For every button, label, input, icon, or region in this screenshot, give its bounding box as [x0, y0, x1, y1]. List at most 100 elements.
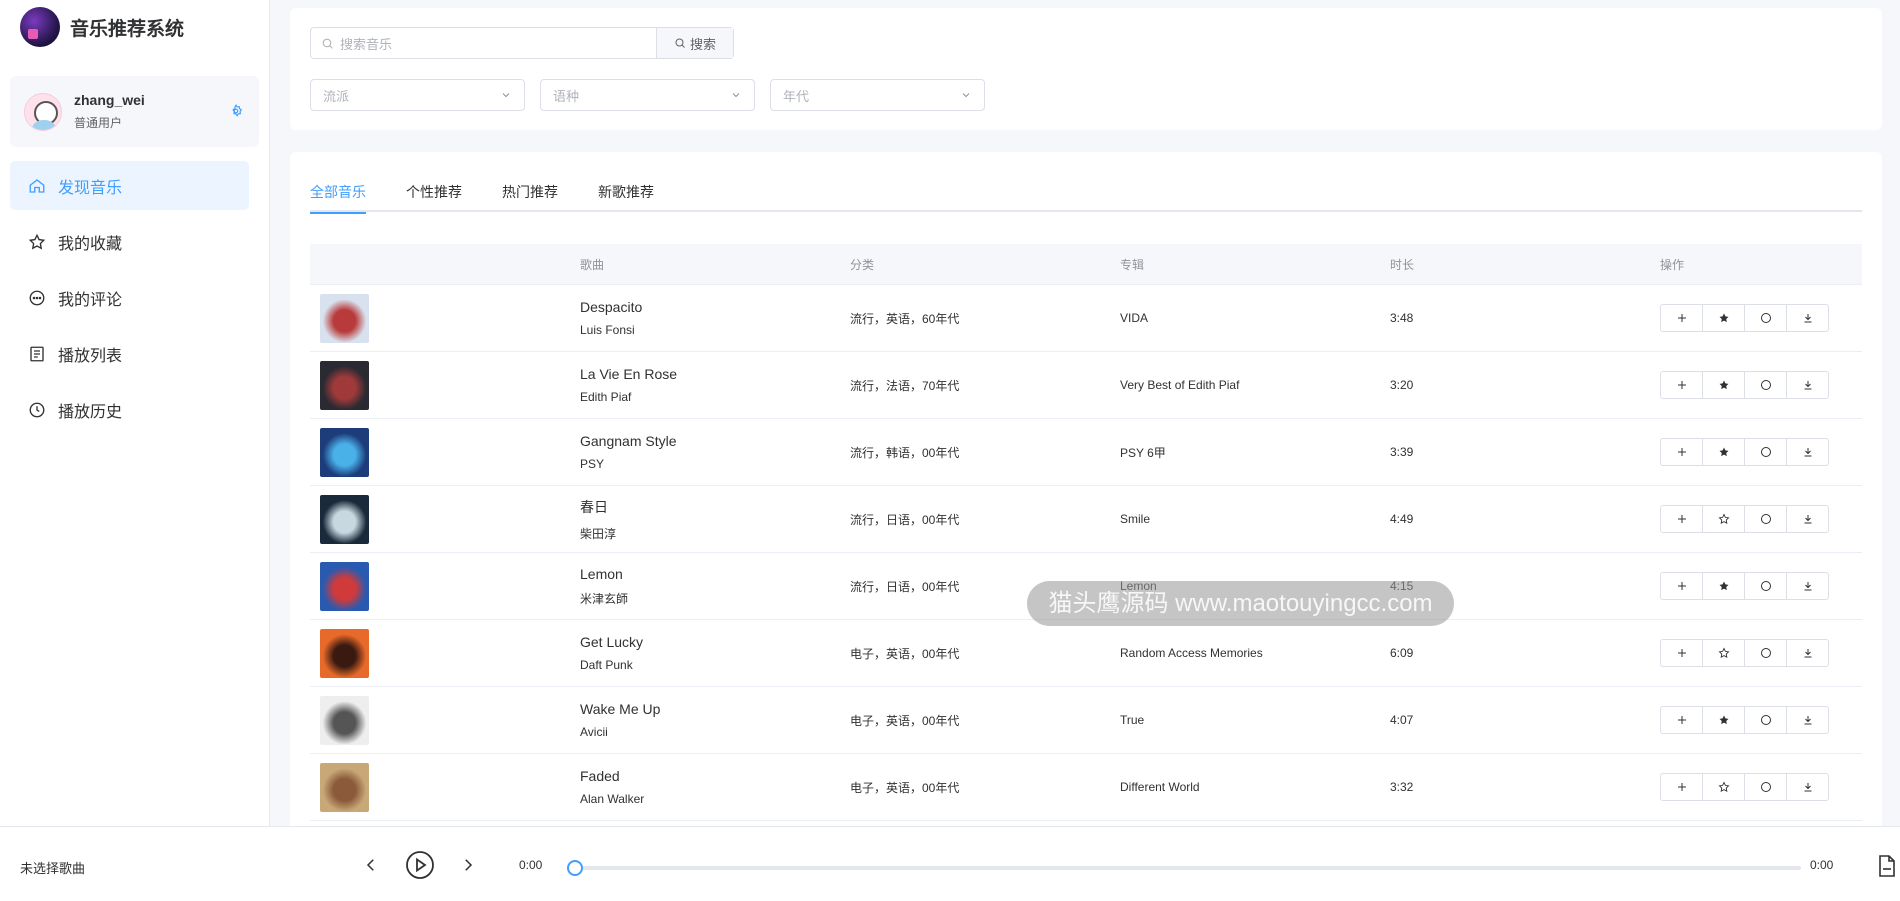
sidebar-item-discover[interactable]: 发现音乐: [10, 161, 249, 210]
tab-all-music[interactable]: 全部音乐: [310, 174, 366, 214]
album-cover[interactable]: [320, 494, 369, 544]
download-button[interactable]: [1786, 572, 1829, 600]
table-row[interactable]: 春日 柴田淳 流行，日语，00年代 Smile 4:49: [310, 486, 1862, 553]
comment-button[interactable]: [1744, 572, 1787, 600]
favorite-button[interactable]: [1702, 505, 1745, 533]
download-button[interactable]: [1786, 505, 1829, 533]
favorite-button[interactable]: [1702, 304, 1745, 332]
play-button[interactable]: [405, 850, 435, 880]
album-cover[interactable]: [320, 695, 369, 745]
favorite-button[interactable]: [1702, 773, 1745, 801]
song-album: Very Best of Edith Piaf: [1120, 378, 1240, 392]
song-title[interactable]: 春日: [580, 497, 850, 517]
add-to-playlist-button[interactable]: [1660, 438, 1703, 466]
add-to-playlist-button[interactable]: [1660, 639, 1703, 667]
gear-icon[interactable]: [229, 104, 243, 118]
favorite-button[interactable]: [1702, 706, 1745, 734]
tab-hot-recommend[interactable]: 热门推荐: [502, 174, 558, 212]
comment-button[interactable]: [1744, 639, 1787, 667]
download-button[interactable]: [1786, 438, 1829, 466]
music-table: 歌曲 分类 专辑 时长 操作 Despacito Luis Fonsi 流行，英…: [310, 244, 1862, 821]
song-artist: Alan Walker: [580, 792, 645, 806]
download-button[interactable]: [1786, 706, 1829, 734]
album-cover[interactable]: [320, 561, 369, 611]
favorite-button[interactable]: [1702, 639, 1745, 667]
cover-cell: [310, 695, 580, 745]
song-title[interactable]: Gangnam Style: [580, 433, 850, 449]
download-button[interactable]: [1786, 773, 1829, 801]
song-title[interactable]: Get Lucky: [580, 634, 850, 650]
table-row[interactable]: La Vie En Rose Edith Piaf 流行，法语，70年代 Ver…: [310, 352, 1862, 419]
language-select[interactable]: 语种: [540, 79, 755, 111]
search-icon: [675, 38, 685, 48]
sidebar-item-favorites[interactable]: 我的收藏: [10, 217, 249, 266]
song-duration: 3:32: [1390, 780, 1414, 794]
comment-button[interactable]: [1744, 505, 1787, 533]
table-row[interactable]: Faded Alan Walker 电子，英语，00年代 Different W…: [310, 754, 1862, 821]
add-to-playlist-button[interactable]: [1660, 505, 1703, 533]
sidebar-item-comments[interactable]: 我的评论: [10, 273, 249, 322]
comment-button[interactable]: [1744, 773, 1787, 801]
album-cover[interactable]: [320, 762, 369, 812]
table-row[interactable]: Get Lucky Daft Punk 电子，英语，00年代 Random Ac…: [310, 620, 1862, 687]
album-cover[interactable]: [320, 427, 369, 477]
tab-personal-recommend[interactable]: 个性推荐: [406, 174, 462, 212]
album-cover[interactable]: [320, 628, 369, 678]
progress-knob[interactable]: [567, 860, 583, 876]
total-time: 0:00: [1810, 858, 1834, 872]
comment-icon: [1760, 782, 1771, 792]
progress-bar[interactable]: [575, 866, 1801, 870]
header-album: 专辑: [1120, 257, 1145, 272]
search-button[interactable]: 搜索: [656, 28, 733, 58]
star-filled-icon: [1719, 447, 1728, 457]
chevron-right-icon: [465, 859, 473, 871]
sidebar-item-playlist[interactable]: 播放列表: [10, 329, 249, 378]
sidebar-item-history[interactable]: 播放历史: [10, 385, 249, 434]
table-header: 歌曲 分类 专辑 时长 操作: [310, 244, 1862, 285]
song-album: VIDA: [1120, 311, 1149, 325]
user-card[interactable]: zhang_wei 普通用户: [10, 76, 259, 147]
table-row[interactable]: Wake Me Up Avicii 电子，英语，00年代 True 4:07: [310, 687, 1862, 754]
song-title[interactable]: Lemon: [580, 566, 850, 582]
favorite-button[interactable]: [1702, 438, 1745, 466]
favorite-button[interactable]: [1702, 572, 1745, 600]
plus-icon: [1677, 716, 1686, 724]
add-to-playlist-button[interactable]: [1660, 371, 1703, 399]
comment-button[interactable]: [1744, 438, 1787, 466]
download-button[interactable]: [1786, 371, 1829, 399]
sidebar-item-label: 播放列表: [58, 347, 123, 365]
song-title[interactable]: Wake Me Up: [580, 701, 850, 717]
song-category: 流行，韩语，00年代: [850, 445, 960, 460]
add-to-playlist-button[interactable]: [1660, 706, 1703, 734]
comment-icon: [1760, 514, 1771, 524]
favorite-button[interactable]: [1702, 371, 1745, 399]
era-select[interactable]: 年代: [770, 79, 985, 111]
album-cover[interactable]: [320, 293, 369, 343]
action-group: [1660, 706, 1862, 734]
tab-new-songs[interactable]: 新歌推荐: [598, 174, 654, 212]
download-icon: [1804, 314, 1811, 323]
album-cover[interactable]: [320, 360, 369, 410]
song-title[interactable]: Faded: [580, 768, 850, 784]
song-duration: 3:39: [1390, 445, 1414, 459]
song-title[interactable]: La Vie En Rose: [580, 366, 850, 382]
comment-button[interactable]: [1744, 304, 1787, 332]
search-input[interactable]: 搜索音乐: [311, 28, 656, 58]
add-to-playlist-button[interactable]: [1660, 773, 1703, 801]
table-row[interactable]: Gangnam Style PSY 流行，韩语，00年代 PSY 6甲 3:39: [310, 419, 1862, 486]
song-category: 电子，英语，00年代: [850, 713, 960, 728]
playlist-file-icon[interactable]: [1877, 855, 1897, 877]
table-row[interactable]: Despacito Luis Fonsi 流行，英语，60年代 VIDA 3:4…: [310, 285, 1862, 352]
sidebar-item-label: 播放历史: [58, 403, 123, 421]
download-button[interactable]: [1786, 639, 1829, 667]
add-to-playlist-button[interactable]: [1660, 572, 1703, 600]
genre-select[interactable]: 流派: [310, 79, 525, 111]
next-button[interactable]: [454, 851, 482, 879]
download-button[interactable]: [1786, 304, 1829, 332]
add-to-playlist-button[interactable]: [1660, 304, 1703, 332]
comment-button[interactable]: [1744, 371, 1787, 399]
comment-icon: [1760, 715, 1771, 725]
previous-button[interactable]: [357, 851, 385, 879]
comment-button[interactable]: [1744, 706, 1787, 734]
song-title[interactable]: Despacito: [580, 299, 850, 315]
